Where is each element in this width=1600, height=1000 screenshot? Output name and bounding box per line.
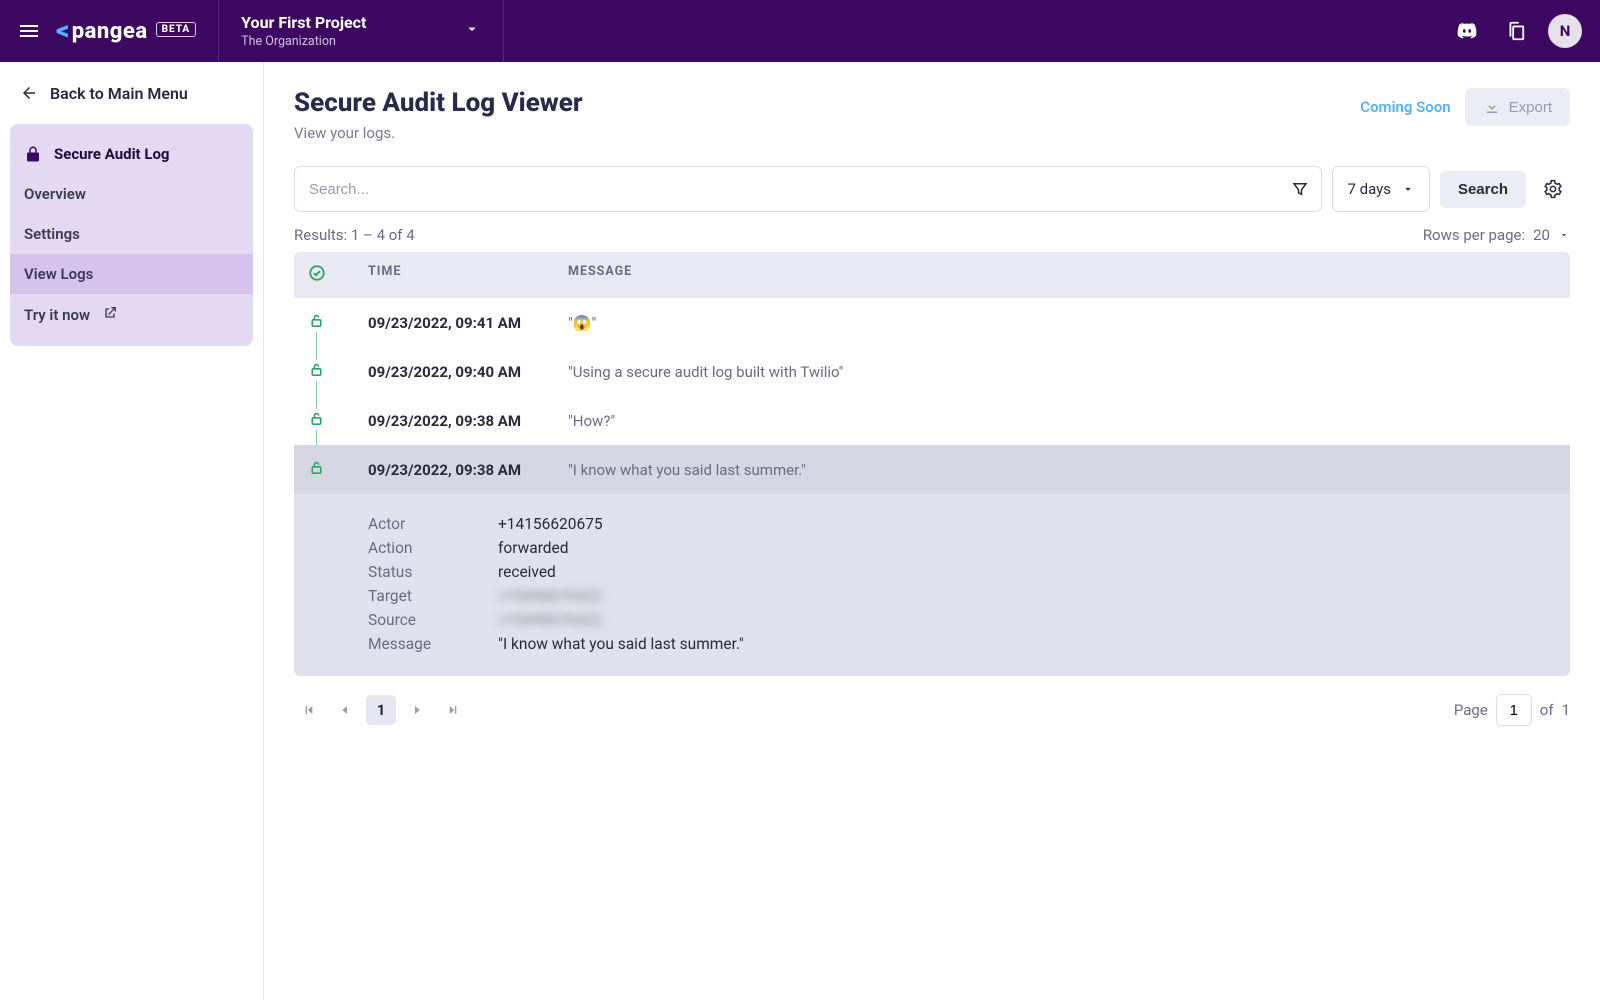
row-message: "Using a secure audit log built with Twi…: [568, 363, 1556, 381]
page-of-label: of: [1540, 701, 1554, 719]
sidebar: Back to Main Menu Secure Audit Log Overv…: [0, 62, 264, 1000]
hamburger-icon: [17, 19, 41, 43]
lock-open-icon: [308, 410, 368, 431]
header-divider-2: [503, 0, 504, 62]
table-row[interactable]: 09/23/2022, 09:41 AM "😱": [294, 298, 1570, 347]
filter-icon: [1291, 180, 1309, 198]
discord-icon: [1456, 20, 1478, 42]
page-label: Page: [1454, 701, 1488, 719]
settings-button[interactable]: [1536, 172, 1570, 206]
logo-angle-icon: <: [56, 16, 70, 46]
download-icon: [1483, 98, 1501, 116]
page-input[interactable]: [1496, 694, 1532, 726]
log-table: TIME MESSAGE 09/23/2022, 09:41 AM "😱" 09…: [294, 252, 1570, 676]
column-message: MESSAGE: [568, 264, 1556, 286]
page-number-current[interactable]: 1: [366, 695, 396, 725]
sidebar-section-title[interactable]: Secure Audit Log: [10, 134, 253, 174]
sidebar-item-view-logs[interactable]: View Logs: [10, 254, 253, 294]
row-message: "😱": [568, 314, 1556, 332]
table-row[interactable]: 09/23/2022, 09:38 AM "How?": [294, 396, 1570, 445]
lock-open-icon: [308, 361, 368, 382]
main-content: Secure Audit Log Viewer View your logs. …: [264, 62, 1600, 1000]
logo[interactable]: < pangea BETA: [56, 16, 196, 46]
chevron-down-icon: [1401, 182, 1415, 196]
user-avatar[interactable]: N: [1548, 14, 1582, 48]
beta-badge: BETA: [156, 22, 197, 37]
date-range-selector[interactable]: 7 days: [1332, 166, 1430, 212]
table-header: TIME MESSAGE: [294, 252, 1570, 298]
row-time: 09/23/2022, 09:40 AM: [368, 363, 568, 381]
sidebar-nav-section: Secure Audit Log Overview Settings View …: [10, 124, 253, 346]
column-time: TIME: [368, 264, 568, 286]
rows-per-page-selector[interactable]: Rows per page: 20: [1423, 226, 1570, 244]
back-to-main-button[interactable]: Back to Main Menu: [0, 62, 263, 124]
table-row-expanded[interactable]: 09/23/2022, 09:38 AM "I know what you sa…: [294, 445, 1570, 494]
pagination: 1 Page of 1: [294, 694, 1570, 726]
search-button[interactable]: Search: [1440, 171, 1526, 208]
page-prev-button[interactable]: [330, 695, 360, 725]
lock-open-icon: [308, 312, 368, 333]
row-time: 09/23/2022, 09:38 AM: [368, 461, 568, 479]
chevron-down-icon: [463, 20, 481, 42]
project-selector[interactable]: Your First Project The Organization: [241, 13, 481, 49]
page-last-button[interactable]: [438, 695, 468, 725]
row-time: 09/23/2022, 09:38 AM: [368, 412, 568, 430]
sidebar-item-overview[interactable]: Overview: [10, 174, 253, 214]
gear-icon: [1543, 179, 1563, 199]
org-name: The Organization: [241, 34, 366, 49]
page-total: 1: [1562, 701, 1570, 719]
export-button[interactable]: Export: [1465, 88, 1570, 126]
header-divider: [218, 0, 219, 62]
project-title: Your First Project: [241, 13, 366, 32]
sidebar-item-try-it-now[interactable]: Try it now: [10, 294, 253, 336]
search-box: [294, 166, 1322, 212]
chevron-down-icon: [1558, 229, 1570, 241]
results-count: Results: 1 – 4 of 4: [294, 226, 415, 244]
docs-link[interactable]: [1498, 14, 1532, 48]
sidebar-item-settings[interactable]: Settings: [10, 214, 253, 254]
row-time: 09/23/2022, 09:41 AM: [368, 314, 568, 332]
page-title: Secure Audit Log Viewer: [294, 88, 583, 118]
discord-link[interactable]: [1450, 14, 1484, 48]
logo-text: pangea: [72, 19, 148, 44]
page-next-button[interactable]: [402, 695, 432, 725]
page-first-button[interactable]: [294, 695, 324, 725]
verified-icon: [308, 264, 368, 286]
coming-soon-label: Coming Soon: [1360, 98, 1450, 116]
row-message: "I know what you said last summer.": [568, 461, 1556, 479]
external-link-icon: [102, 305, 118, 325]
row-message: "How?": [568, 412, 1556, 430]
lock-icon: [24, 145, 42, 163]
filter-button[interactable]: [1279, 167, 1321, 211]
search-input[interactable]: [295, 181, 1279, 198]
row-details-panel: Actor+14156620675 Actionforwarded Status…: [294, 494, 1570, 676]
top-header: < pangea BETA Your First Project The Org…: [0, 0, 1600, 62]
arrow-left-icon: [20, 84, 38, 102]
menu-toggle-button[interactable]: [10, 12, 48, 50]
page-subtitle: View your logs.: [294, 124, 583, 142]
lock-open-icon: [308, 459, 368, 480]
table-row[interactable]: 09/23/2022, 09:40 AM "Using a secure aud…: [294, 347, 1570, 396]
docs-icon: [1504, 20, 1526, 42]
back-label: Back to Main Menu: [50, 84, 188, 103]
